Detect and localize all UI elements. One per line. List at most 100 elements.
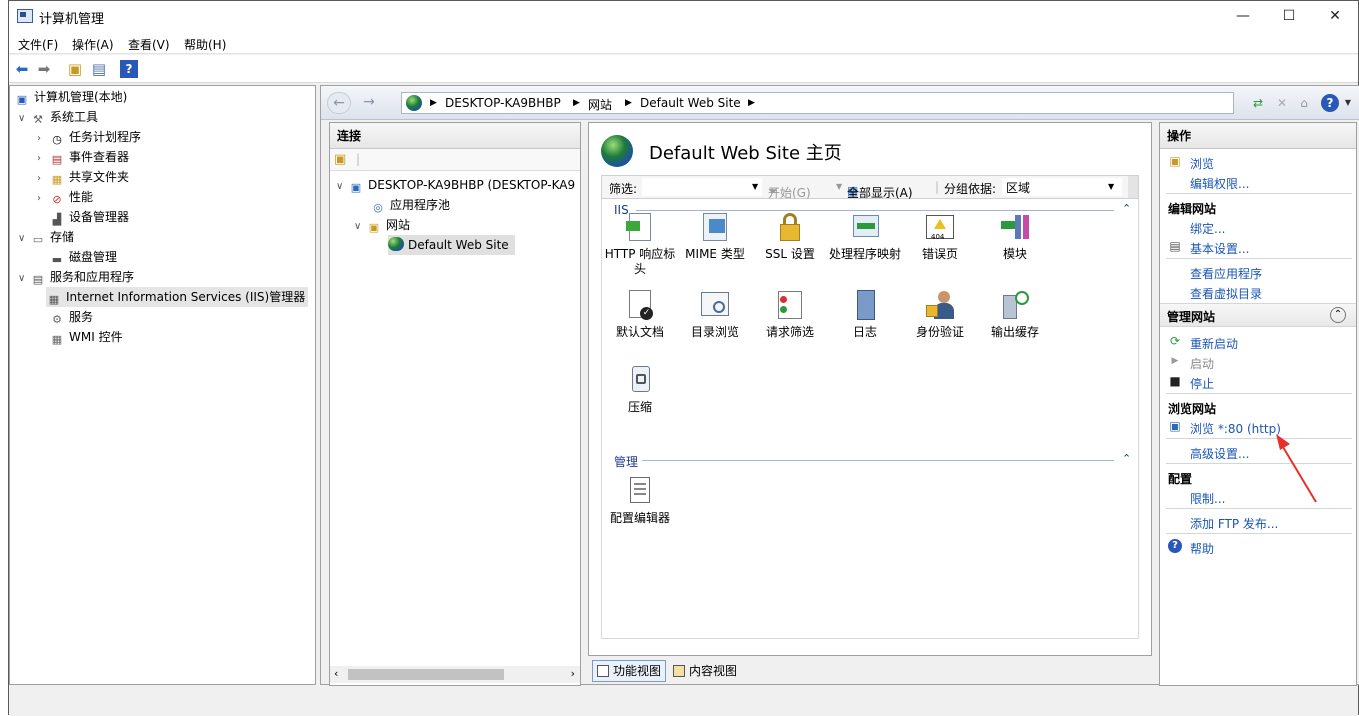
feature-directory-browsing[interactable]: 目录浏览	[678, 289, 752, 340]
stop-icon[interactable]: ✕	[1273, 94, 1291, 112]
disk-icon: ▬	[51, 253, 63, 266]
tree-item-services[interactable]: ⚙ 服务	[49, 307, 93, 327]
breadcrumb-site[interactable]: Default Web Site	[640, 96, 741, 110]
tree-item-disk-management[interactable]: ▬ 磁盘管理	[49, 247, 117, 267]
feature-authentication[interactable]: 身份验证	[903, 289, 977, 340]
help-icon[interactable]: ?	[120, 60, 138, 78]
tree-sites[interactable]: ∨ ▣ 网站	[354, 215, 410, 235]
action-advanced-settings[interactable]: 高级设置...	[1190, 445, 1249, 462]
nav-forward-button[interactable]: →	[357, 92, 381, 114]
action-stop[interactable]: 停止	[1190, 375, 1214, 392]
feature-error-pages[interactable]: 404 错误页	[903, 211, 977, 262]
horizontal-scrollbar[interactable]: ‹ ›	[330, 666, 580, 683]
action-add-ftp[interactable]: 添加 FTP 发布...	[1190, 515, 1278, 532]
globe-icon	[601, 135, 633, 167]
tree-item-task-scheduler[interactable]: › ◷ 任务计划程序	[37, 127, 141, 147]
chevron-down-icon[interactable]: ▼	[836, 182, 842, 191]
action-view-virtual-dirs[interactable]: 查看虚拟目录	[1190, 285, 1262, 302]
expand-icon[interactable]: ›	[37, 189, 49, 209]
breadcrumb-sites[interactable]: 网站	[588, 96, 612, 113]
expand-icon[interactable]: ›	[37, 169, 49, 189]
feature-modules[interactable]: 模块	[978, 211, 1052, 262]
collapse-icon[interactable]: ∨	[18, 269, 30, 289]
feature-output-caching[interactable]: 输出缓存	[978, 289, 1052, 340]
connections-header: 连接	[330, 123, 580, 149]
tab-features-view[interactable]: 功能视图	[592, 660, 667, 682]
tree-item-event-viewer[interactable]: › ▤ 事件查看器	[37, 147, 129, 167]
expand-icon[interactable]: ›	[37, 149, 49, 169]
home-icon[interactable]: ⌂	[1295, 94, 1313, 112]
authentication-icon	[924, 289, 956, 321]
vertical-scrollbar[interactable]	[1128, 176, 1138, 198]
collapse-group-icon[interactable]: ⌃	[1122, 452, 1131, 465]
feature-handler-mappings[interactable]: 处理程序映射	[828, 211, 902, 262]
chevron-down-icon[interactable]: ▼	[1339, 94, 1357, 112]
feature-default-document[interactable]: ✓ 默认文档	[603, 289, 677, 340]
action-edit-permissions[interactable]: 编辑权限...	[1190, 175, 1249, 192]
tree-item-storage[interactable]: ∨ ▭ 存储	[18, 227, 74, 247]
show-hide-tree-icon[interactable]: ▤	[90, 60, 108, 78]
action-basic-settings[interactable]: 基本设置...	[1190, 240, 1249, 257]
scroll-thumb[interactable]	[348, 669, 504, 680]
menu-file[interactable]: 文件(F)	[18, 36, 58, 53]
action-browse[interactable]: 浏览	[1190, 155, 1214, 172]
help-icon[interactable]: ?	[1321, 94, 1339, 112]
breadcrumb[interactable]: ▶ DESKTOP-KA9BHBP ▶ 网站 ▶ Default Web Sit…	[401, 92, 1234, 114]
scroll-left-icon[interactable]: ‹	[334, 667, 338, 680]
action-browse-port-80[interactable]: 浏览 *:80 (http)	[1190, 420, 1281, 437]
feature-area: IIS ⌃ HTTP 响应标头 MIME 类型 SSL 设置 处理程序映射 40…	[601, 199, 1139, 639]
minimize-button[interactable]: —	[1220, 1, 1266, 32]
tree-item-system-tools[interactable]: ∨ ⚒ 系统工具	[18, 107, 98, 127]
action-restart[interactable]: 重新启动	[1190, 335, 1238, 352]
up-folder-icon[interactable]: ▣	[66, 60, 84, 78]
tab-content-view[interactable]: 内容视图	[668, 660, 742, 682]
chevron-down-icon[interactable]: ▼	[1108, 182, 1114, 191]
nav-back-button[interactable]: ←	[327, 92, 351, 114]
action-start[interactable]: 启动	[1190, 355, 1214, 372]
action-limits[interactable]: 限制...	[1190, 490, 1225, 507]
tree-item-shared-folders[interactable]: › ▦ 共享文件夹	[37, 167, 129, 187]
menu-action[interactable]: 操作(A)	[72, 36, 114, 53]
menu-view[interactable]: 查看(V)	[128, 36, 170, 53]
action-help[interactable]: 帮助	[1190, 540, 1214, 557]
feature-ssl-settings[interactable]: SSL 设置	[753, 211, 827, 262]
collapse-icon[interactable]: ∨	[18, 109, 30, 129]
breadcrumb-server[interactable]: DESKTOP-KA9BHBP	[445, 96, 561, 110]
collapse-icon[interactable]: ∨	[354, 217, 366, 237]
tree-root[interactable]: ▣ 计算机管理(本地)	[14, 87, 128, 107]
refresh-icon[interactable]: ⇄	[1249, 94, 1267, 112]
action-bindings[interactable]: 绑定...	[1190, 220, 1225, 237]
tree-item-services-apps[interactable]: ∨ ▤ 服务和应用程序	[18, 267, 134, 287]
handler-mappings-icon	[849, 211, 881, 243]
expand-icon[interactable]: ›	[37, 129, 49, 149]
feature-request-filtering[interactable]: 请求筛选	[753, 289, 827, 340]
forward-arrow-icon[interactable]: ➡	[35, 60, 53, 78]
feature-http-headers[interactable]: HTTP 响应标头	[603, 211, 677, 277]
collapse-group-icon[interactable]: ⌃	[1122, 202, 1131, 215]
tree-item-iis-manager[interactable]: ▦ Internet Information Services (IIS)管理器	[46, 287, 309, 307]
feature-mime-types[interactable]: MIME 类型	[678, 211, 752, 262]
chevron-down-icon[interactable]: ▼	[752, 182, 758, 191]
collapse-section-icon[interactable]: ⌃	[1330, 307, 1346, 323]
back-arrow-icon[interactable]: ⬅	[13, 60, 31, 78]
create-connection-icon[interactable]: ▣	[334, 152, 346, 167]
maximize-button[interactable]: ☐	[1266, 1, 1312, 32]
tree-item-performance[interactable]: › ⊘ 性能	[37, 187, 93, 207]
menu-help[interactable]: 帮助(H)	[184, 36, 226, 53]
close-button[interactable]: ✕	[1312, 1, 1358, 32]
collapse-icon[interactable]: ∨	[18, 229, 30, 249]
feature-configuration-editor[interactable]: 配置编辑器	[603, 475, 677, 526]
tree-item-wmi-control[interactable]: ▦ WMI 控件	[49, 327, 123, 347]
group-by-select[interactable]: 区域	[1002, 178, 1122, 196]
scroll-right-icon[interactable]: ›	[571, 667, 575, 680]
tree-default-web-site[interactable]: Default Web Site	[388, 235, 515, 255]
tree-app-pools[interactable]: ◎ 应用程序池	[370, 195, 450, 215]
tree-item-device-manager[interactable]: ▟ 设备管理器	[49, 207, 129, 227]
filter-input[interactable]	[642, 178, 762, 196]
feature-logging[interactable]: 日志	[828, 289, 902, 340]
tree-server[interactable]: ∨ ▣ DESKTOP-KA9BHBP (DESKTOP-KA9	[336, 175, 575, 195]
collapse-icon[interactable]: ∨	[336, 177, 348, 197]
action-view-applications[interactable]: 查看应用程序	[1190, 265, 1262, 282]
section-config: 配置	[1168, 472, 1193, 486]
feature-compression[interactable]: 压缩	[603, 364, 677, 415]
